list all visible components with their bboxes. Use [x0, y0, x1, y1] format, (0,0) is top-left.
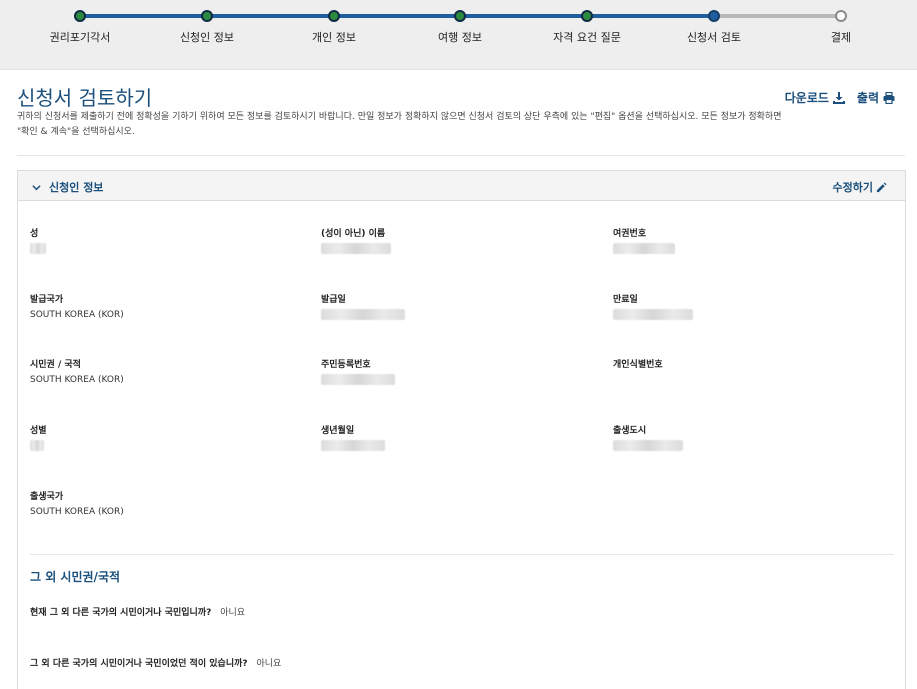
step-complete-dot [328, 10, 340, 22]
download-button[interactable]: 다운로드 [785, 89, 845, 106]
field-gender: 성별 [30, 423, 290, 451]
progress-track-completed [80, 14, 714, 18]
field-date-of-birth: 생년월일 [321, 423, 581, 451]
print-label: 출력 [856, 91, 879, 105]
field-value: SOUTH KOREA (KOR) [30, 507, 124, 517]
chevron-down-icon [32, 184, 41, 190]
section-header: 신청인 정보 수정하기 [18, 171, 905, 201]
field-birth-country: 출생국가 SOUTH KOREA (KOR) [30, 489, 290, 517]
step-label: 권리포기각서 [49, 31, 111, 44]
answer-text: 아니요 [220, 608, 246, 618]
step-complete-dot [581, 10, 593, 22]
redacted-value [30, 243, 46, 254]
field-personal-id: 개인식별번호 [613, 357, 873, 370]
field-value: SOUTH KOREA (KOR) [30, 310, 124, 320]
redacted-value [613, 243, 675, 254]
page-title: 신청서 검토하기 [17, 86, 153, 110]
field-label: 발급일 [321, 295, 346, 305]
field-issuing-country: 발급국가 SOUTH KOREA (KOR) [30, 292, 290, 320]
pencil-icon [876, 181, 887, 192]
redacted-value [321, 440, 385, 451]
field-surname: 성 [30, 226, 290, 254]
edit-label: 수정하기 [832, 181, 873, 194]
redacted-value [613, 440, 683, 451]
question-text: 현재 그 외 다른 국가의 시민이거나 국민입니까? [30, 608, 212, 618]
step-label: 개인 정보 [312, 31, 356, 44]
step-complete-dot [74, 10, 86, 22]
page-intro: 귀하의 신청서를 제출하기 전에 정확성을 기하기 위하여 모든 정보를 검토하… [17, 112, 782, 137]
step-pending-dot [835, 10, 847, 22]
header-divider [17, 155, 905, 156]
field-value: SOUTH KOREA (KOR) [30, 375, 124, 385]
step-label: 신청서 검토 [686, 31, 742, 44]
redacted-value [321, 309, 405, 320]
field-national-id: 주민등록번호 [321, 357, 581, 385]
field-label: 만료일 [613, 295, 638, 305]
field-issue-date: 발급일 [321, 292, 581, 320]
field-expiry-date: 만료일 [613, 292, 873, 320]
question-past-other-citizenship: 그 외 다른 국가의 시민이거나 국민이었던 적이 있습니까? 아니요 [30, 656, 281, 669]
field-label: 성별 [30, 426, 47, 436]
question-current-other-citizenship: 현재 그 외 다른 국가의 시민이거나 국민입니까? 아니요 [30, 605, 245, 618]
field-label: 여권번호 [613, 229, 647, 239]
answer-text: 아니요 [256, 659, 282, 669]
field-label: 개인식별번호 [613, 360, 663, 370]
step-label: 여행 정보 [438, 31, 482, 44]
step-complete-dot [201, 10, 213, 22]
progress-stepper: 권리포기각서 신청인 정보 개인 정보 여행 정보 자격 요건 질문 신청서 검… [0, 0, 917, 70]
other-citizenship-title: 그 외 시민권/국적 [30, 570, 121, 584]
edit-button[interactable]: 수정하기 [833, 179, 887, 195]
field-label: 성 [30, 229, 39, 239]
redacted-value [321, 243, 391, 254]
field-label: 시민권 / 국적 [30, 360, 81, 370]
progress-track-remaining [714, 14, 841, 18]
print-button[interactable]: 출력 [857, 89, 895, 106]
download-icon [832, 91, 845, 104]
field-citizenship: 시민권 / 국적 SOUTH KOREA (KOR) [30, 357, 290, 385]
print-icon [883, 91, 895, 104]
field-passport-number: 여권번호 [613, 226, 873, 254]
applicant-info-section: 신청인 정보 수정하기 성 (성이 아닌) 이름 여권번호 발급국가 SOUTH… [17, 170, 906, 689]
page-actions: 다운로드 출력 [785, 89, 895, 106]
field-birth-city: 출생도시 [613, 423, 873, 451]
field-label: 주민등록번호 [321, 360, 371, 370]
field-label: 출생도시 [613, 426, 647, 436]
section-title: 신청인 정보 [49, 181, 104, 194]
step-complete-dot [454, 10, 466, 22]
section-collapse-toggle[interactable]: 신청인 정보 [32, 179, 103, 195]
redacted-value [613, 309, 693, 320]
field-label: (성이 아닌) 이름 [321, 229, 386, 239]
step-label: 결제 [830, 31, 852, 44]
field-given-name: (성이 아닌) 이름 [321, 226, 581, 254]
field-label: 생년월일 [321, 426, 355, 436]
step-current-dot [708, 10, 720, 22]
section-divider [30, 554, 894, 555]
step-label: 자격 요건 질문 [553, 31, 621, 44]
redacted-value [30, 440, 44, 451]
redacted-value [321, 374, 395, 385]
field-label: 발급국가 [30, 295, 64, 305]
step-label: 신청인 정보 [179, 31, 235, 44]
field-label: 출생국가 [30, 492, 64, 502]
question-text: 그 외 다른 국가의 시민이거나 국민이었던 적이 있습니까? [30, 659, 248, 669]
download-label: 다운로드 [784, 91, 829, 105]
